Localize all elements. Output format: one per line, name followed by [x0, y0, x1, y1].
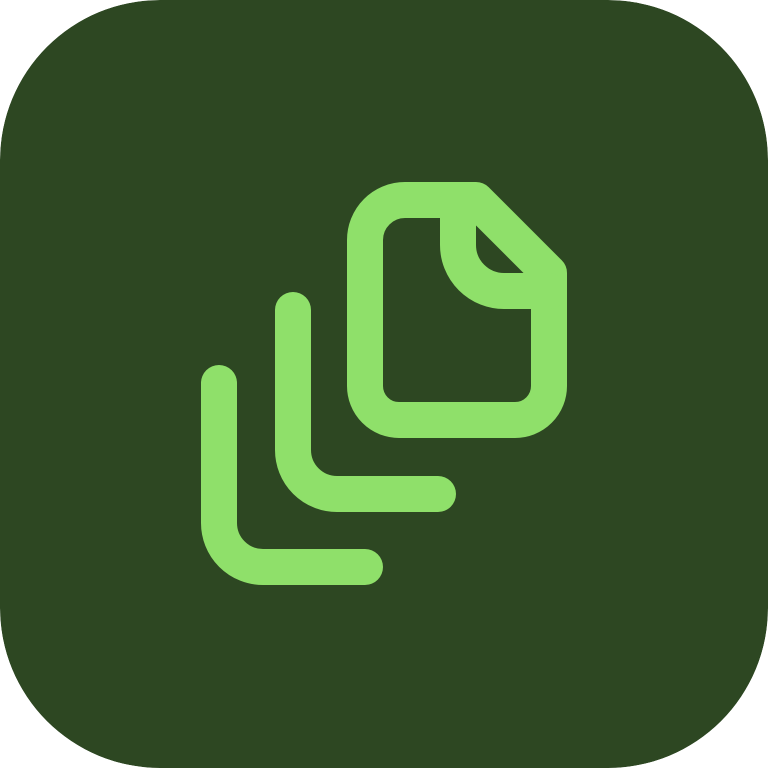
stacked-documents-icon — [0, 0, 768, 768]
app-icon-tile[interactable] — [0, 0, 768, 768]
icon-background — [0, 0, 768, 768]
